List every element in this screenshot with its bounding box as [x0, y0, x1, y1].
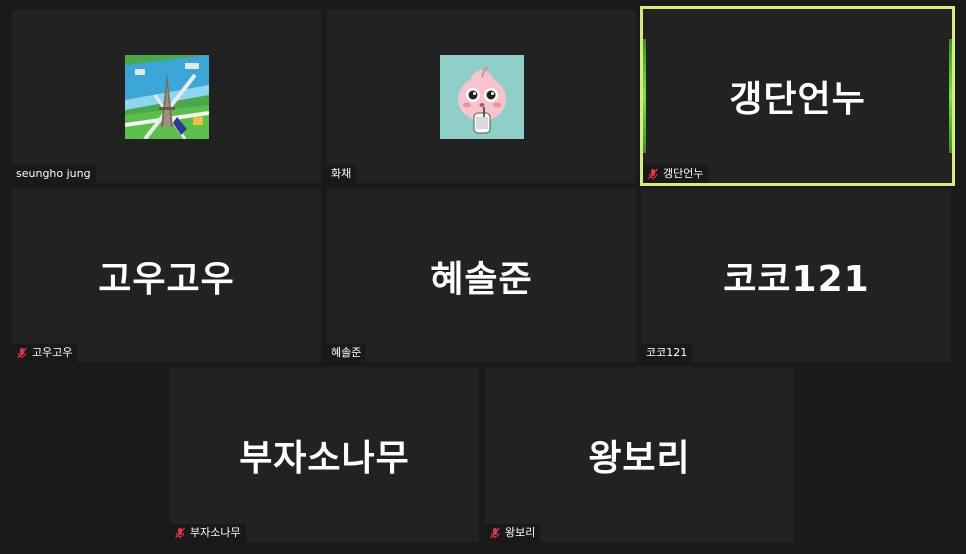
participant-tile-koko121[interactable]: 코코121 코코121: [642, 189, 951, 362]
participant-tile-hwachae[interactable]: 화채: [327, 10, 636, 183]
participant-display-name: 코코121: [723, 258, 870, 300]
peach-character-avatar: [439, 54, 524, 139]
participant-tile-wangbori[interactable]: 왕보리 왕보리: [485, 367, 794, 542]
participant-tile-seungho-jung[interactable]: seungho jung: [12, 10, 321, 183]
participant-name: 화채: [331, 167, 352, 180]
participant-name: seungho jung: [16, 167, 91, 180]
participant-display-name: 왕보리: [588, 437, 691, 479]
participant-name: 코코121: [646, 346, 688, 359]
participant-name: 부자소나무: [190, 526, 241, 539]
participant-nameplate: 화채: [327, 165, 357, 183]
participant-nameplate: seungho jung: [12, 165, 96, 183]
participant-nameplate: 갱단언누: [643, 165, 709, 183]
mic-muted-icon: [174, 527, 186, 539]
mic-muted-icon: [16, 347, 28, 359]
participant-tile-hyesoljun[interactable]: 혜솔준 혜솔준: [327, 189, 636, 362]
participant-display-name: 갱단언누: [729, 79, 866, 120]
participant-nameplate: 코코121: [642, 344, 693, 362]
mic-muted-icon: [647, 168, 659, 180]
mic-muted-icon: [489, 527, 501, 539]
participant-display-name: 부자소나무: [239, 437, 410, 479]
paris-map-avatar: [124, 54, 209, 140]
participant-display-name: 고우고우: [98, 258, 235, 300]
participant-name: 혜솔준: [331, 346, 362, 359]
video-gallery: seungho jung 화채 갱단언누 갱단언누 고우고우 고우고우 혜솔준 …: [0, 0, 966, 554]
participant-nameplate: 고우고우: [12, 344, 78, 362]
participant-nameplate: 부자소나무: [170, 524, 246, 542]
participant-tile-gougou[interactable]: 고우고우 고우고우: [12, 189, 321, 362]
participant-name: 갱단언누: [663, 167, 704, 180]
participant-tile-bujasonamu[interactable]: 부자소나무 부자소나무: [170, 367, 479, 542]
participant-name: 왕보리: [505, 526, 536, 539]
participant-tile-active-speaker[interactable]: 갱단언누 갱단언누: [640, 6, 955, 186]
participant-name: 고우고우: [32, 346, 73, 359]
participant-display-name: 혜솔준: [430, 258, 533, 300]
participant-nameplate: 왕보리: [485, 524, 541, 542]
participant-nameplate: 혜솔준: [327, 344, 367, 362]
